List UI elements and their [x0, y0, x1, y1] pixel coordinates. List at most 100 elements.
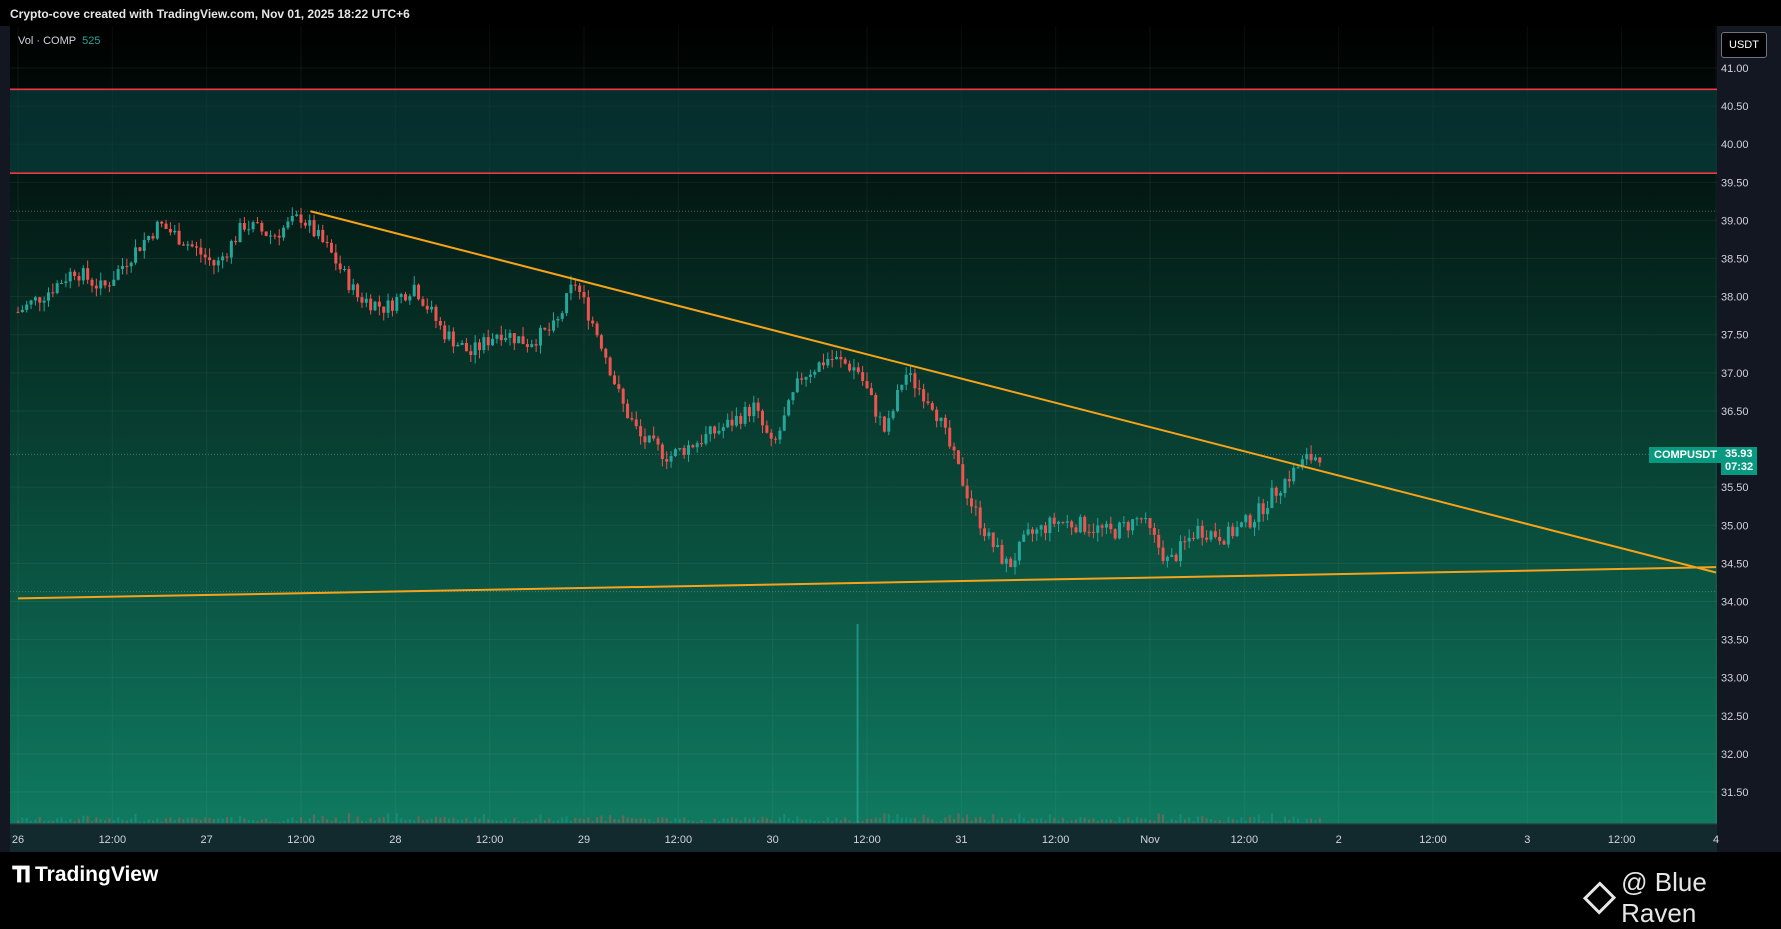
candle-body	[351, 284, 355, 291]
candle-body	[269, 235, 273, 237]
volume-bar	[300, 817, 302, 823]
volume-bar	[356, 816, 359, 823]
volume-bar	[583, 819, 585, 823]
volume-bar	[1066, 821, 1069, 823]
candle-body	[560, 313, 564, 319]
candle-body	[42, 300, 46, 303]
volume-bar	[657, 817, 660, 823]
candle-body	[1157, 534, 1161, 548]
volume-bar	[731, 817, 734, 823]
volume-bar	[1053, 817, 1056, 823]
volume-bar	[426, 819, 429, 823]
y-tick-label: 35.00	[1721, 520, 1749, 532]
candle-body	[639, 426, 643, 437]
candle-body	[686, 445, 690, 455]
volume-bar	[757, 819, 760, 823]
candle-body	[961, 464, 965, 486]
candle-body	[1004, 558, 1008, 564]
candle-body	[86, 268, 90, 280]
candle-body	[673, 449, 677, 456]
y-tick-label: 40.50	[1721, 101, 1749, 113]
volume-bar	[304, 821, 307, 823]
candle-body	[430, 306, 434, 310]
volume-bar	[413, 820, 416, 823]
volume-bar	[99, 818, 102, 823]
volume-bar	[230, 817, 233, 823]
volume-bar	[622, 815, 625, 823]
candle-body	[573, 284, 577, 286]
volume-legend[interactable]: Vol · COMP 525	[18, 35, 100, 47]
candle-body	[612, 375, 616, 385]
volume-bar	[256, 821, 259, 823]
tradingview-logo[interactable]: 𝐓𝐈 TradingView	[12, 862, 158, 888]
volume-bar	[156, 817, 159, 823]
volume-bar	[665, 817, 668, 823]
candle-body	[1187, 537, 1191, 542]
volume-bar	[604, 821, 607, 823]
candle-body	[1122, 522, 1126, 524]
volume-bar	[709, 821, 712, 823]
candle-body	[821, 362, 825, 366]
volume-bar	[1175, 820, 1178, 823]
volume-bar	[661, 817, 664, 823]
x-tick-label: 12:00	[1042, 834, 1070, 846]
candle-body	[299, 214, 303, 223]
currency-button[interactable]: USDT	[1721, 32, 1767, 58]
candle-body	[190, 244, 194, 247]
candle-body	[412, 284, 416, 297]
candle-body	[1152, 527, 1156, 535]
candle-body	[46, 292, 50, 301]
candle-body	[1279, 492, 1283, 496]
candle-body	[347, 269, 351, 291]
candle-body	[107, 285, 111, 287]
volume-bar	[382, 817, 385, 823]
candle-body	[199, 247, 203, 255]
y-tick-label: 33.00	[1721, 673, 1749, 685]
candle-body	[1239, 522, 1243, 528]
candle-body	[1165, 556, 1169, 561]
volume-bar	[247, 820, 250, 823]
volume-bar	[1114, 821, 1117, 823]
volume-bar	[778, 817, 781, 823]
volume-bar	[539, 814, 542, 823]
x-tick-label: 4	[1713, 834, 1719, 846]
candle-body	[547, 329, 551, 331]
candle-body	[129, 262, 133, 267]
volume-bar	[652, 821, 655, 823]
x-tick-label: 12:00	[1608, 834, 1636, 846]
candle-body	[260, 222, 264, 232]
volume-bar	[1000, 817, 1003, 823]
candle-body	[917, 388, 921, 390]
volume-bar	[535, 818, 538, 823]
volume-bar	[552, 821, 555, 823]
volume-bar	[944, 817, 947, 823]
volume-bar	[574, 817, 577, 823]
candle-body	[630, 418, 634, 420]
volume-bar	[979, 816, 982, 823]
candle-body	[364, 298, 368, 303]
candle-body	[525, 344, 529, 347]
volume-bar	[269, 821, 272, 823]
x-tick-label: 26	[12, 834, 24, 846]
candle-body	[922, 389, 926, 402]
y-tick-label: 39.50	[1721, 177, 1749, 189]
volume-bar	[195, 818, 198, 823]
candle-body	[778, 430, 782, 440]
x-tick-label: 28	[389, 834, 401, 846]
tradingview-logo-icon: 𝐓𝐈	[12, 862, 31, 887]
volume-bar	[1179, 814, 1182, 823]
candle-body	[212, 260, 216, 266]
candle-body	[1009, 558, 1013, 568]
candle-body	[308, 220, 312, 226]
volume-bar	[243, 818, 246, 823]
price-chart[interactable]: 41.00 40.50 40.00 39.50 39.00 38.50 38.00 37.50…	[0, 0, 1781, 852]
volume-legend-value: 525	[82, 35, 101, 47]
volume-bar	[752, 817, 755, 823]
last-price-countdown: 07:32	[1725, 461, 1754, 474]
candle-body	[782, 415, 786, 431]
candle-body	[116, 269, 120, 280]
candle-body	[904, 374, 908, 385]
volume-bar	[1031, 818, 1034, 823]
volume-bar	[1027, 820, 1030, 823]
volume-bar	[609, 815, 612, 823]
